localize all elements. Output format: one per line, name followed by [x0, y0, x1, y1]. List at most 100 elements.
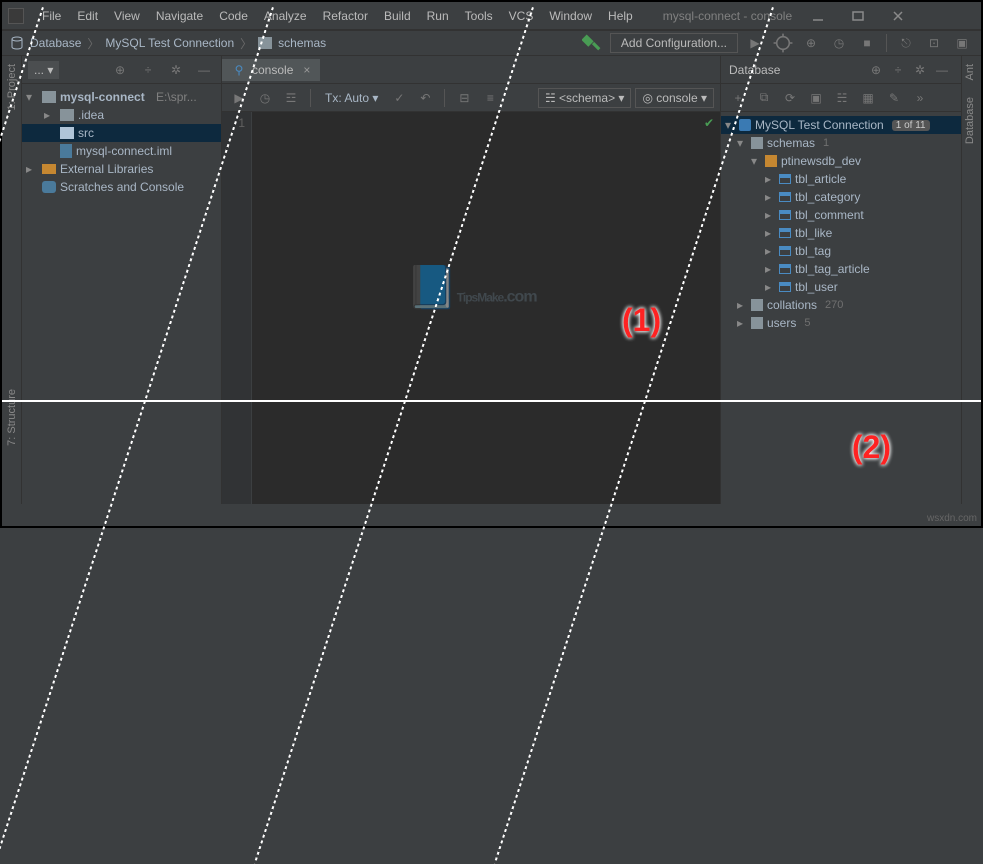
separator [310, 89, 311, 107]
crumb-root[interactable]: Database [30, 36, 81, 50]
breadcrumb: Database 〉 MySQL Test Connection 〉 schem… [10, 35, 326, 52]
folder-icon [42, 91, 56, 103]
history-icon[interactable]: ◷ [254, 87, 276, 109]
table-node[interactable]: ▸tbl_user [721, 278, 961, 296]
table-node[interactable]: ▸tbl_comment [721, 206, 961, 224]
menu-help[interactable]: Help [602, 7, 639, 25]
menu-navigate[interactable]: Navigate [150, 7, 209, 25]
table-icon [779, 264, 791, 274]
run-config-selector[interactable]: Add Configuration... [610, 33, 738, 53]
close-tab-icon[interactable]: × [303, 63, 310, 77]
folder-icon [60, 109, 74, 121]
filter-icon[interactable]: ☵ [831, 87, 853, 109]
menu-code[interactable]: Code [213, 7, 254, 25]
commit-icon[interactable]: ✓ [388, 87, 410, 109]
datasource-icon [739, 119, 751, 131]
scratches-consoles[interactable]: Scratches and Console [22, 178, 221, 196]
window-minimize[interactable] [798, 5, 838, 27]
table-node[interactable]: ▸tbl_tag_article [721, 260, 961, 278]
gear-icon[interactable]: ✲ [165, 59, 187, 81]
attach-session-icon[interactable]: ⊟ [453, 87, 475, 109]
hide-panel-icon[interactable]: — [931, 59, 953, 81]
schemas-node[interactable]: ▾ schemas1 [721, 134, 961, 152]
table-node[interactable]: ▸tbl_like [721, 224, 961, 242]
view-options-icon[interactable]: ≡ [479, 87, 501, 109]
duplicate-icon[interactable]: ⧉ [753, 87, 775, 109]
settings-button[interactable]: ▣ [951, 32, 973, 54]
edit-icon[interactable]: ✎ [883, 87, 905, 109]
ant-tool-tab[interactable]: Ant [964, 56, 976, 89]
editor-body[interactable]: 1 ✔ 📘TipsMake.com (1) [222, 112, 720, 504]
external-libraries[interactable]: ▸ External Libraries [22, 160, 221, 178]
project-view-selector[interactable]: ... ▾ [28, 61, 59, 79]
collations-node[interactable]: ▸ collations270 [721, 296, 961, 314]
search-everywhere-button[interactable]: ⊡ [923, 32, 945, 54]
database-tree[interactable]: ▾ MySQL Test Connection1 of 11 ▾ schemas… [721, 112, 961, 336]
table-icon [779, 282, 791, 292]
folder-icon [751, 299, 763, 311]
project-src-folder[interactable]: src [22, 124, 221, 142]
menu-edit[interactable]: Edit [71, 7, 104, 25]
run-button[interactable]: ▶ [744, 32, 766, 54]
folder-icon [751, 317, 763, 329]
expand-all-icon[interactable]: ÷ [137, 59, 159, 81]
table-view-icon[interactable]: ▦ [857, 87, 879, 109]
project-idea-folder[interactable]: ▸ .idea [22, 106, 221, 124]
menu-vcs[interactable]: VCS [503, 7, 540, 25]
expand-icon[interactable]: ÷ [887, 59, 909, 81]
console-selector[interactable]: ◎ console ▾ [635, 88, 714, 108]
more-icon[interactable]: » [909, 87, 931, 109]
table-node[interactable]: ▸tbl_article [721, 170, 961, 188]
crumb-connection[interactable]: MySQL Test Connection [105, 36, 234, 50]
menu-build[interactable]: Build [378, 7, 417, 25]
menu-file[interactable]: File [36, 7, 67, 25]
project-root[interactable]: ▾ mysql-connect E:\spr... [22, 88, 221, 106]
profiler-button[interactable]: ◷ [828, 32, 850, 54]
project-iml-file[interactable]: mysql-connect.iml [22, 142, 221, 160]
datasource-node[interactable]: ▾ MySQL Test Connection1 of 11 [721, 116, 961, 134]
stop-button[interactable]: ■ [856, 32, 878, 54]
git-button[interactable]: ⎋ [895, 32, 917, 54]
users-node[interactable]: ▸ users5 [721, 314, 961, 332]
gear-icon[interactable]: ✲ [909, 59, 931, 81]
window-close[interactable] [878, 5, 918, 27]
build-icon[interactable] [582, 32, 604, 54]
menu-refactor[interactable]: Refactor [317, 7, 374, 25]
table-icon [779, 246, 791, 256]
database-tool-tab[interactable]: Database [964, 89, 976, 152]
project-tree[interactable]: ▾ mysql-connect E:\spr... ▸ .idea src my… [22, 84, 221, 200]
menu-analyze[interactable]: Analyze [258, 7, 313, 25]
window-maximize[interactable] [838, 5, 878, 27]
refresh-icon[interactable]: ⟳ [779, 87, 801, 109]
editor-tab-console[interactable]: ⚲ console × [222, 59, 320, 81]
debug-button[interactable] [772, 32, 794, 54]
structure-tool-tab[interactable]: 7: Structure [6, 381, 18, 454]
stop-icon[interactable]: ▣ [805, 87, 827, 109]
table-icon [779, 192, 791, 202]
rollback-icon[interactable]: ↶ [414, 87, 436, 109]
collapse-icon[interactable]: ⊕ [865, 59, 887, 81]
schema-node[interactable]: ▾ ptinewsdb_dev [721, 152, 961, 170]
table-node[interactable]: ▸tbl_category [721, 188, 961, 206]
chevron-right-icon: 〉 [87, 35, 99, 52]
crumb-leaf[interactable]: schemas [278, 36, 326, 50]
project-panel: ... ▾ ⊕ ÷ ✲ — ▾ mysql-connect E:\spr... … [22, 56, 222, 504]
add-datasource-icon[interactable]: + [727, 87, 749, 109]
menu-run[interactable]: Run [421, 7, 455, 25]
chevron-right-icon: 〉 [240, 35, 252, 52]
schema-selector[interactable]: ☵ <schema> ▾ [538, 88, 632, 108]
hide-panel-icon[interactable]: — [193, 59, 215, 81]
menu-view[interactable]: View [108, 7, 146, 25]
menu-tools[interactable]: Tools [459, 7, 499, 25]
separator [444, 89, 445, 107]
tx-mode-selector[interactable]: Tx: Auto ▾ [319, 91, 384, 105]
locate-icon[interactable]: ⊕ [109, 59, 131, 81]
explain-plan-icon[interactable]: ☲ [280, 87, 302, 109]
execute-icon[interactable]: ▶ [228, 87, 250, 109]
table-node[interactable]: ▸tbl_tag [721, 242, 961, 260]
table-icon [779, 174, 791, 184]
project-tool-tab[interactable]: 1: Project [6, 56, 18, 118]
console-icon: ⚲ [232, 63, 246, 77]
menu-window[interactable]: Window [543, 7, 598, 25]
coverage-button[interactable]: ⊕ [800, 32, 822, 54]
